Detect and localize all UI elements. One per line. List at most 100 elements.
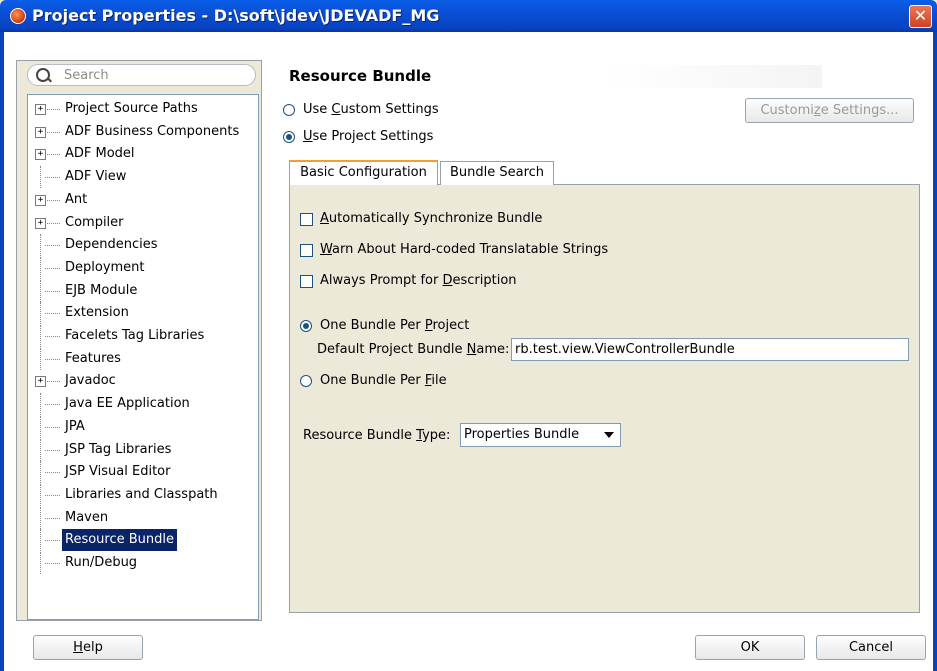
tree-item[interactable]: + ADF Model — [28, 143, 258, 165]
always-prompt-label: Always Prompt for Description — [320, 273, 517, 288]
tree-item[interactable]: Deployment — [28, 256, 258, 279]
tree-item-label: Facelets Tag Libraries — [65, 328, 205, 343]
tree-connector — [45, 426, 60, 428]
one-bundle-per-project-radio[interactable] — [300, 320, 312, 332]
tree-connector — [45, 494, 60, 496]
category-tree: + Project Source Paths + ADF Business Compo… — [27, 94, 259, 620]
tree-item[interactable]: + Ant — [28, 189, 258, 211]
tree-item-label: Resource Bundle — [62, 529, 178, 552]
tree-item-label: EJB Module — [65, 282, 138, 298]
tree-connector — [45, 154, 60, 156]
bundle-type-select[interactable]: Properties Bundle — [460, 423, 621, 447]
tree-item-label: ADF Model — [65, 146, 135, 162]
tree-item[interactable]: Java EE Application — [28, 393, 258, 416]
search-placeholder: Search — [64, 68, 109, 83]
tree-item[interactable]: Libraries and Classpath — [28, 483, 258, 506]
tree-item[interactable]: Facelets Tag Libraries — [28, 325, 258, 347]
use-project-settings-radio[interactable] — [283, 131, 295, 143]
tree-item-label: Maven — [65, 509, 109, 525]
tree-connector — [40, 325, 41, 347]
tree-item[interactable]: Resource Bundle — [28, 529, 258, 552]
tree-item-label: Extension — [65, 305, 129, 321]
use-custom-settings-label: Use Custom Settings — [303, 102, 439, 117]
warn-hardcoded-checkbox[interactable] — [300, 244, 313, 257]
tree-connector — [45, 222, 60, 224]
tab-bundle-search[interactable]: Bundle Search — [440, 161, 554, 185]
tree-item-label: JSP Tag Libraries — [65, 441, 172, 457]
tree-item-label: Ant — [65, 191, 88, 207]
close-button[interactable]: ✕ — [909, 5, 932, 28]
tree-item[interactable]: + Compiler — [28, 212, 258, 234]
always-prompt-checkbox[interactable] — [300, 275, 313, 288]
tree-item-label: JPA — [65, 418, 85, 434]
auto-sync-checkbox[interactable] — [300, 213, 313, 226]
customize-settings-button[interactable]: Customize Settings... — [745, 98, 914, 123]
search-icon — [36, 68, 50, 82]
use-project-settings-label: Use Project Settings — [303, 129, 434, 144]
tree-connector — [45, 245, 60, 247]
one-bundle-per-file-label: One Bundle Per File — [320, 373, 447, 388]
tree-connector — [45, 290, 60, 292]
tree-connector — [45, 540, 60, 542]
tree-item[interactable]: JSP Visual Editor — [28, 461, 258, 484]
tree-connector — [45, 517, 60, 519]
tree-connector — [40, 461, 41, 484]
tree-connector — [45, 313, 60, 315]
tree-connector — [45, 404, 60, 406]
tree-item[interactable]: Run/Debug — [28, 552, 258, 574]
tree-item[interactable]: ADF View — [28, 166, 258, 189]
window-title: Project Properties - D:\soft\jdev\JDEVAD… — [32, 6, 440, 25]
tree-item-label: ADF Business Components — [65, 123, 240, 139]
tree-item[interactable]: JSP Tag Libraries — [28, 438, 258, 461]
tree-item-label: Compiler — [65, 214, 124, 230]
tree-connector — [45, 109, 60, 110]
warn-hardcoded-label: Warn About Hard-coded Translatable Strin… — [320, 242, 609, 257]
default-bundle-name-label: Default Project Bundle Name: — [317, 342, 510, 357]
ok-button[interactable]: OK — [695, 635, 805, 660]
app-icon — [10, 8, 26, 24]
tree-connector — [45, 472, 60, 474]
tree-item-label: ADF View — [65, 169, 127, 185]
tree-item[interactable]: Features — [28, 347, 258, 370]
tree-item[interactable]: Maven — [28, 506, 258, 529]
one-bundle-per-file-radio[interactable] — [300, 375, 312, 387]
auto-sync-label: Automatically Synchronize Bundle — [320, 211, 543, 226]
tree-connector — [40, 347, 41, 370]
tree-item-label: Libraries and Classpath — [65, 486, 218, 502]
tree-item-label: Dependencies — [65, 237, 158, 253]
tree-item-label: Run/Debug — [65, 555, 138, 570]
tree-item[interactable]: + ADF Business Components — [28, 121, 258, 143]
tree-connector — [40, 552, 41, 574]
window-frame-right — [933, 32, 937, 671]
tree-connector — [45, 336, 60, 337]
default-bundle-name-field[interactable]: rb.test.view.ViewControllerBundle — [511, 338, 909, 361]
search-input[interactable]: Search — [27, 64, 256, 86]
tree-connector — [45, 563, 60, 564]
tree-connector — [45, 131, 60, 133]
bundle-type-value: Properties Bundle — [464, 427, 580, 442]
tree-item[interactable]: EJB Module — [28, 279, 258, 302]
tree-connector — [40, 529, 41, 552]
tree-item[interactable]: + Project Source Paths — [28, 98, 258, 120]
tree-connector — [40, 438, 41, 461]
tree-item[interactable]: Extension — [28, 302, 258, 325]
tree-connector — [40, 393, 41, 416]
tree-item[interactable]: JPA — [28, 415, 258, 438]
tree-connector — [45, 177, 60, 179]
tree-item[interactable]: Dependencies — [28, 234, 258, 257]
tree-item[interactable]: + Javadoc — [28, 370, 258, 392]
tree-item-label: Deployment — [65, 259, 145, 275]
one-bundle-per-project-label: One Bundle Per Project — [320, 318, 470, 333]
tree-item-label: Java EE Application — [65, 396, 190, 412]
help-button[interactable]: Help — [33, 635, 143, 660]
cancel-button[interactable]: Cancel — [816, 635, 926, 660]
tree-connector — [40, 302, 41, 325]
tree-item-label: Features — [65, 350, 121, 366]
tree-connector — [40, 279, 41, 302]
chevron-down-icon — [604, 432, 614, 438]
tree-item-label: Project Source Paths — [65, 101, 198, 116]
use-custom-settings-radio[interactable] — [283, 104, 295, 116]
tree-connector — [45, 381, 60, 383]
tab-basic-configuration[interactable]: Basic Configuration — [289, 160, 438, 185]
tree-item-label: JSP Visual Editor — [65, 464, 171, 480]
